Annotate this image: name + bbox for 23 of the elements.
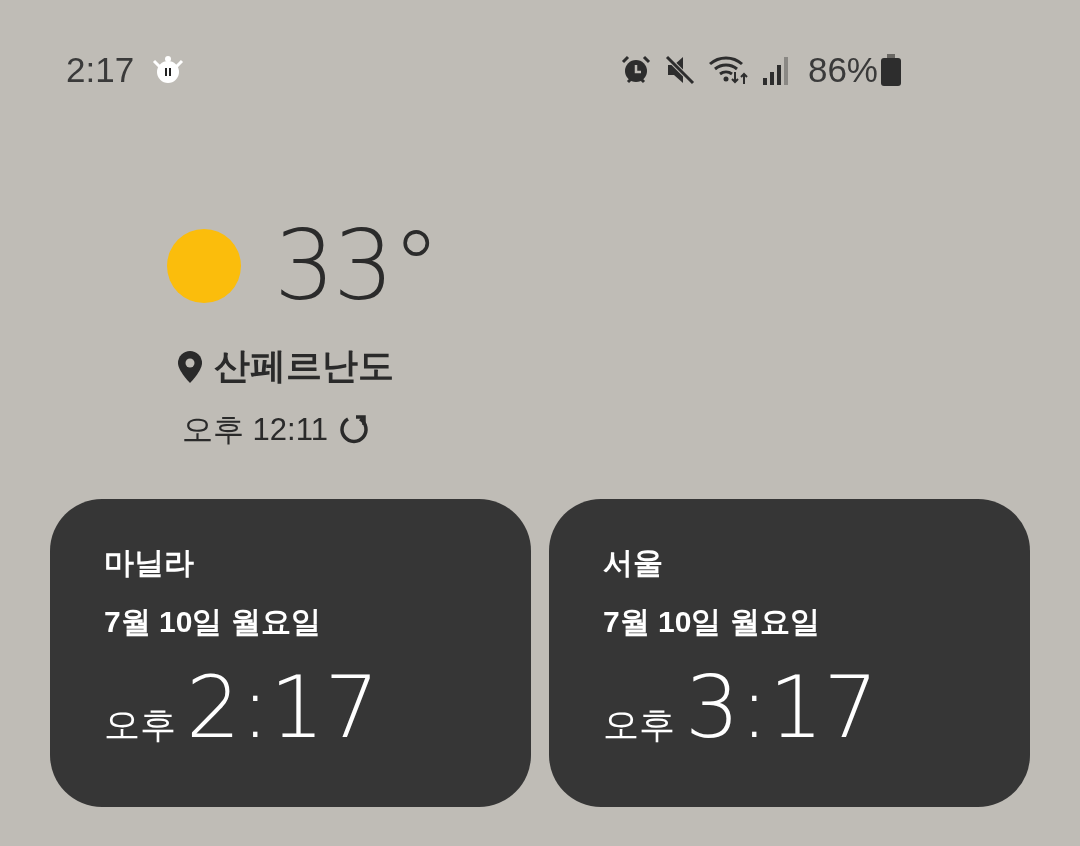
clock-ampm: 오후 <box>603 703 675 747</box>
updated-time: 오후 12:11 <box>182 411 328 449</box>
battery-icon <box>880 54 902 86</box>
clock-city: 서울 <box>603 545 664 581</box>
status-time: 2:17 <box>66 50 135 90</box>
clock-date: 7월 10일 월요일 <box>603 604 821 640</box>
battery-percent: 86% <box>807 50 878 90</box>
clock-ampm: 오후 <box>104 703 176 747</box>
world-clock-card[interactable]: 마닐라 7월 10일 월요일 오후 2:17 <box>50 499 531 807</box>
clock-date: 7월 10일 월요일 <box>104 604 322 640</box>
sun-icon <box>166 228 242 304</box>
weather-location: 산페르난도 <box>214 344 394 388</box>
signal-icon <box>761 55 790 85</box>
alarm-icon <box>619 54 652 86</box>
temperature: 33° <box>274 218 439 314</box>
mute-icon <box>663 54 696 86</box>
clock-city: 마닐라 <box>104 545 195 581</box>
world-clock-card[interactable]: 서울 7월 10일 월요일 오후 3:17 <box>549 499 1030 807</box>
clock-time: 2:17 <box>186 657 380 757</box>
location-pin-icon <box>178 350 202 383</box>
clock-time: 3:17 <box>685 657 879 757</box>
refresh-icon[interactable] <box>337 414 370 446</box>
wifi-icon <box>707 54 750 86</box>
